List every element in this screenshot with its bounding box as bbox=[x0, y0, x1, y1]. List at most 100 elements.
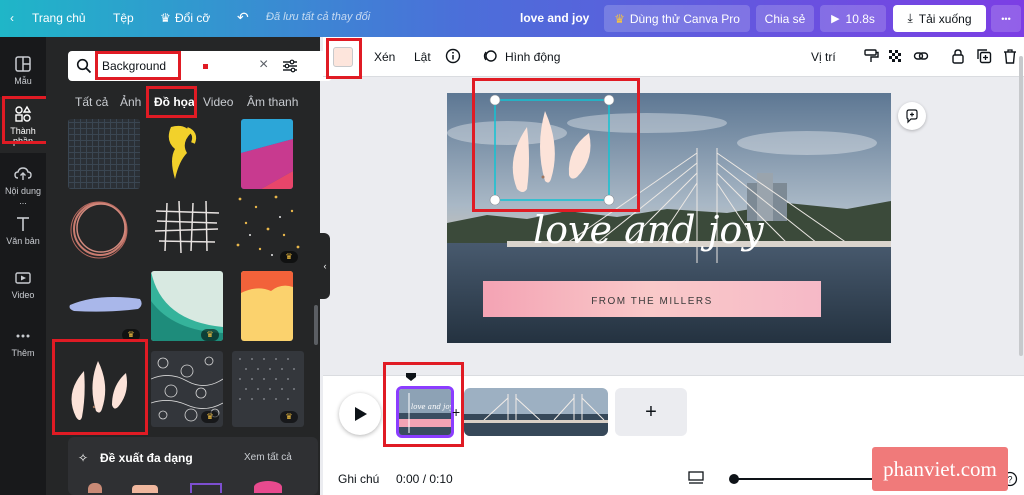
suggest-item-shape[interactable] bbox=[254, 481, 282, 493]
text-icon bbox=[17, 217, 29, 231]
clear-search-icon[interactable]: × bbox=[259, 56, 268, 74]
rail-item-more[interactable]: Thêm bbox=[0, 319, 46, 375]
svg-text:?: ? bbox=[1007, 475, 1012, 485]
download-icon: ⤓ bbox=[907, 11, 913, 25]
suggest-item-shape[interactable] bbox=[88, 483, 102, 493]
trash-icon[interactable] bbox=[1002, 48, 1018, 64]
lock-icon[interactable] bbox=[950, 48, 966, 64]
try-pro-button[interactable]: ♛ Dùng thử Canva Pro bbox=[604, 5, 750, 32]
play-icon bbox=[355, 407, 367, 421]
highlight-petal-graphic bbox=[52, 339, 148, 435]
file-menu[interactable]: Tệp bbox=[113, 11, 134, 25]
rail-item-text[interactable]: Văn bản bbox=[0, 207, 46, 263]
suggest-item-shape[interactable] bbox=[132, 485, 158, 493]
canvas-scrollbar[interactable] bbox=[1019, 56, 1023, 356]
notes-button[interactable]: Ghi chú bbox=[338, 472, 379, 486]
undo-icon[interactable]: ↶ bbox=[237, 9, 249, 26]
pro-crown-badge: ♛ bbox=[280, 251, 298, 263]
highlight-timeline-page bbox=[383, 362, 464, 447]
back-chevron-icon[interactable]: ‹ bbox=[10, 11, 14, 25]
download-button[interactable]: ⤓ Tải xuống bbox=[893, 5, 986, 32]
graphic-confetti-dots[interactable]: ♛ bbox=[232, 189, 304, 267]
try-pro-label: Dùng thử Canva Pro bbox=[629, 11, 740, 26]
transparency-icon[interactable] bbox=[887, 48, 903, 64]
rail-item-templates[interactable]: Mẫu bbox=[0, 47, 46, 103]
tab-all[interactable]: Tất cả bbox=[75, 95, 108, 109]
suggest-title: Đề xuất đa dạng bbox=[100, 451, 193, 465]
timeline-page-2[interactable] bbox=[464, 388, 608, 436]
highlight-search bbox=[95, 51, 181, 80]
graphic-geometric-blue[interactable] bbox=[241, 119, 293, 189]
more-dots-icon bbox=[16, 334, 30, 338]
pro-crown-badge: ♛ bbox=[201, 411, 219, 423]
cursor-marker bbox=[203, 64, 208, 69]
info-icon[interactable] bbox=[445, 48, 461, 64]
editor-toolbar: Xén Lật Hình động Vị trí bbox=[323, 37, 1024, 77]
highlight-graphics-tab bbox=[146, 86, 197, 118]
panel-scrollbar[interactable] bbox=[314, 305, 318, 345]
animate-icon bbox=[483, 50, 497, 62]
design-title[interactable]: love and joy bbox=[520, 11, 589, 25]
pro-crown-badge: ♛ bbox=[201, 329, 219, 341]
tab-videos[interactable]: Video bbox=[203, 95, 233, 109]
rail-label-templates: Mẫu bbox=[14, 76, 32, 86]
crop-button[interactable]: Xén bbox=[374, 50, 395, 64]
sparkle-icon: ✧ bbox=[78, 451, 89, 465]
graphic-yellow-brush[interactable] bbox=[151, 119, 223, 189]
highlight-color-swatch bbox=[326, 38, 362, 79]
watermark-logo: phanviet.com bbox=[872, 447, 1008, 491]
tab-photos[interactable]: Ảnh bbox=[120, 95, 141, 109]
rail-label-text: Văn bản bbox=[6, 236, 40, 246]
share-label: Chia sẻ bbox=[764, 11, 806, 26]
cloud-upload-icon bbox=[14, 167, 32, 180]
collapse-panel-handle[interactable]: ‹ bbox=[320, 233, 330, 299]
flip-button[interactable]: Lật bbox=[414, 50, 431, 64]
duration-label: 10.8s bbox=[845, 11, 875, 26]
grid-view-icon[interactable] bbox=[688, 471, 704, 485]
link-icon[interactable] bbox=[913, 48, 929, 64]
rail-item-uploads[interactable]: Nội dung ... bbox=[0, 157, 46, 213]
save-status: Đã lưu tất cả thay đổi bbox=[266, 11, 371, 23]
tab-audio[interactable]: Âm thanh bbox=[247, 95, 298, 109]
graphic-dot-pattern[interactable]: ♛ bbox=[232, 351, 304, 427]
rail-label-video: Video bbox=[11, 290, 35, 300]
animate-button[interactable]: Hình động bbox=[505, 50, 560, 64]
comment-icon bbox=[906, 109, 918, 124]
graphic-orange-yellow[interactable] bbox=[241, 271, 293, 341]
script-heading[interactable]: love and joy bbox=[533, 208, 764, 252]
paint-roller-icon[interactable] bbox=[863, 48, 879, 64]
pro-crown-badge: ♛ bbox=[280, 411, 298, 423]
share-button[interactable]: Chia sẻ bbox=[756, 5, 814, 32]
banner-text[interactable]: FROM THE MILLERS bbox=[591, 296, 713, 307]
timeline-play-button[interactable] bbox=[339, 393, 381, 435]
see-all-link[interactable]: Xem tất cả bbox=[244, 452, 292, 463]
rail-item-video[interactable]: Video bbox=[0, 261, 46, 317]
crown-icon: ♛ bbox=[614, 11, 625, 26]
zoom-slider-track[interactable] bbox=[733, 478, 873, 480]
templates-icon bbox=[15, 56, 31, 72]
rail-label-uploads: Nội dung ... bbox=[4, 186, 42, 206]
graphic-blue-stroke[interactable]: ♛ bbox=[68, 271, 146, 341]
suggest-item-shape[interactable] bbox=[190, 483, 222, 493]
graphic-hatch-scribble[interactable] bbox=[151, 189, 223, 267]
filter-icon[interactable] bbox=[282, 58, 298, 74]
graphic-floral-pattern[interactable]: ♛ bbox=[151, 351, 223, 427]
zoom-slider-thumb[interactable] bbox=[729, 474, 739, 484]
preview-play-button[interactable]: ▶ 10.8s bbox=[820, 5, 886, 32]
duplicate-icon[interactable] bbox=[976, 48, 992, 64]
position-button[interactable]: Vị trí bbox=[811, 50, 836, 64]
play-icon: ▶ bbox=[831, 13, 840, 25]
graphic-teal-wave[interactable]: ♛ bbox=[151, 271, 223, 341]
suggest-section: ✧ Đề xuất đa dạng Xem tất cả bbox=[68, 437, 318, 495]
video-icon bbox=[15, 272, 31, 284]
graphic-grid-dark[interactable] bbox=[68, 119, 140, 189]
add-comment-button[interactable] bbox=[898, 102, 926, 130]
rail-label-more: Thêm bbox=[11, 348, 35, 358]
highlight-canvas-graphic bbox=[472, 78, 640, 212]
add-page-button[interactable]: + bbox=[615, 388, 687, 436]
home-link[interactable]: Trang chủ bbox=[32, 11, 86, 25]
resize-button[interactable]: Đổi cỡ bbox=[175, 11, 210, 25]
time-readout: 0:00 / 0:10 bbox=[396, 472, 453, 486]
graphic-circle-ring[interactable] bbox=[68, 189, 140, 267]
more-menu-button[interactable]: ••• bbox=[991, 5, 1021, 32]
